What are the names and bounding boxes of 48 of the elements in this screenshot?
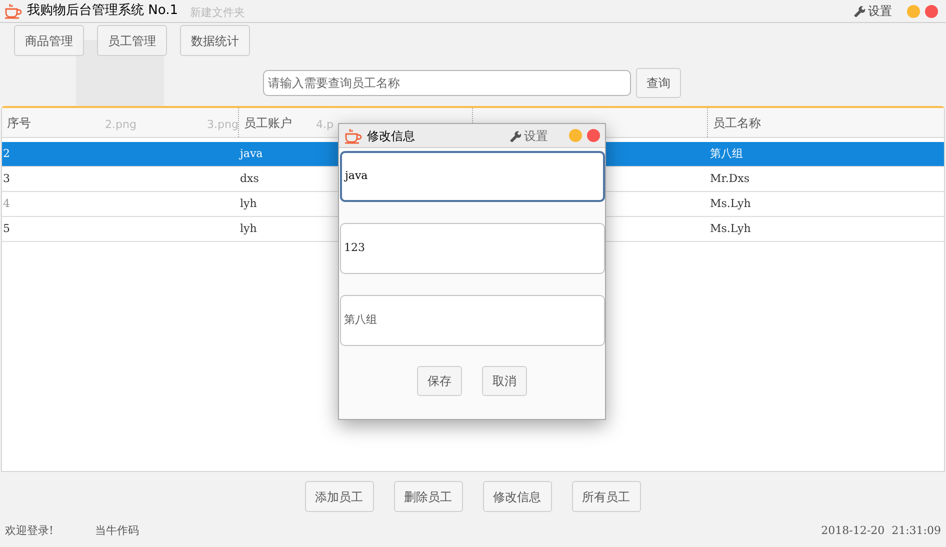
action-button[interactable]: 删除员工 [394,481,462,512]
date-time: 2018-12-20 21:31:09 [821,523,941,539]
action-button[interactable]: 修改信息 [482,481,552,512]
table-cell-text: Mr.Dxs [710,170,750,187]
desktop-file-label: 2.png [105,117,136,133]
coffee-cup-icon [4,3,22,19]
table-cell-text: 5 [3,220,10,237]
table-cell-text: 3 [3,170,10,187]
wrench-icon [509,130,521,142]
settings-button[interactable]: 设置 [853,2,892,20]
table-cell-text: dxs [240,170,259,187]
settings-button[interactable]: 设置 [509,126,548,144]
desktop-file-label: 3.png [207,117,238,133]
nav-button[interactable]: 员工管理 [97,25,167,56]
column-header[interactable]: 员工账户 [244,114,292,132]
close-button[interactable] [925,4,938,18]
close-button[interactable] [587,129,600,142]
table-cell-text: lyh [240,196,257,212]
input-field[interactable]: 第八组 [340,295,605,346]
search-field[interactable]: 请输入需要查询员工名称 [263,70,631,96]
desktop-file-label: 新建文件夹 [190,5,245,21]
coffee-cup-icon [344,128,362,144]
column-header[interactable]: 员工名称 [713,114,761,132]
column-header[interactable]: 序号 [7,114,31,132]
table-cell-text: 2 [3,146,10,162]
nav-button[interactable]: 商品管理 [14,25,84,56]
action-button[interactable]: 所有员工 [572,481,640,512]
desktop-file-label: 4.p [316,117,334,133]
minimize-button[interactable] [569,129,582,142]
wrench-icon [853,5,865,17]
welcome-text: 欢迎登录! [5,523,54,539]
input-field[interactable]: java [340,151,605,202]
table-cell-text: lyh [240,220,257,237]
action-button[interactable]: 添加员工 [304,481,374,512]
search-button[interactable]: 查询 [636,68,681,98]
table-cell-text: 第八组 [710,146,743,162]
nav-button[interactable]: 数据统计 [180,25,250,56]
table-cell-text: Ms.Lyh [710,196,751,212]
input-field[interactable]: 123 [340,223,605,274]
window-title: 我购物后台管理系统 No.1 [27,2,178,20]
dialog-button[interactable]: 保存 [417,366,462,396]
table-cell-text: Ms.Lyh [710,220,751,237]
table-cell-text: java [240,146,263,162]
author-text: 当牛作码 [95,523,139,539]
minimize-button[interactable] [907,4,920,18]
table-cell-text: 4 [3,196,10,212]
dialog-title: 修改信息 [367,128,415,144]
dialog-button[interactable]: 取消 [482,366,527,396]
